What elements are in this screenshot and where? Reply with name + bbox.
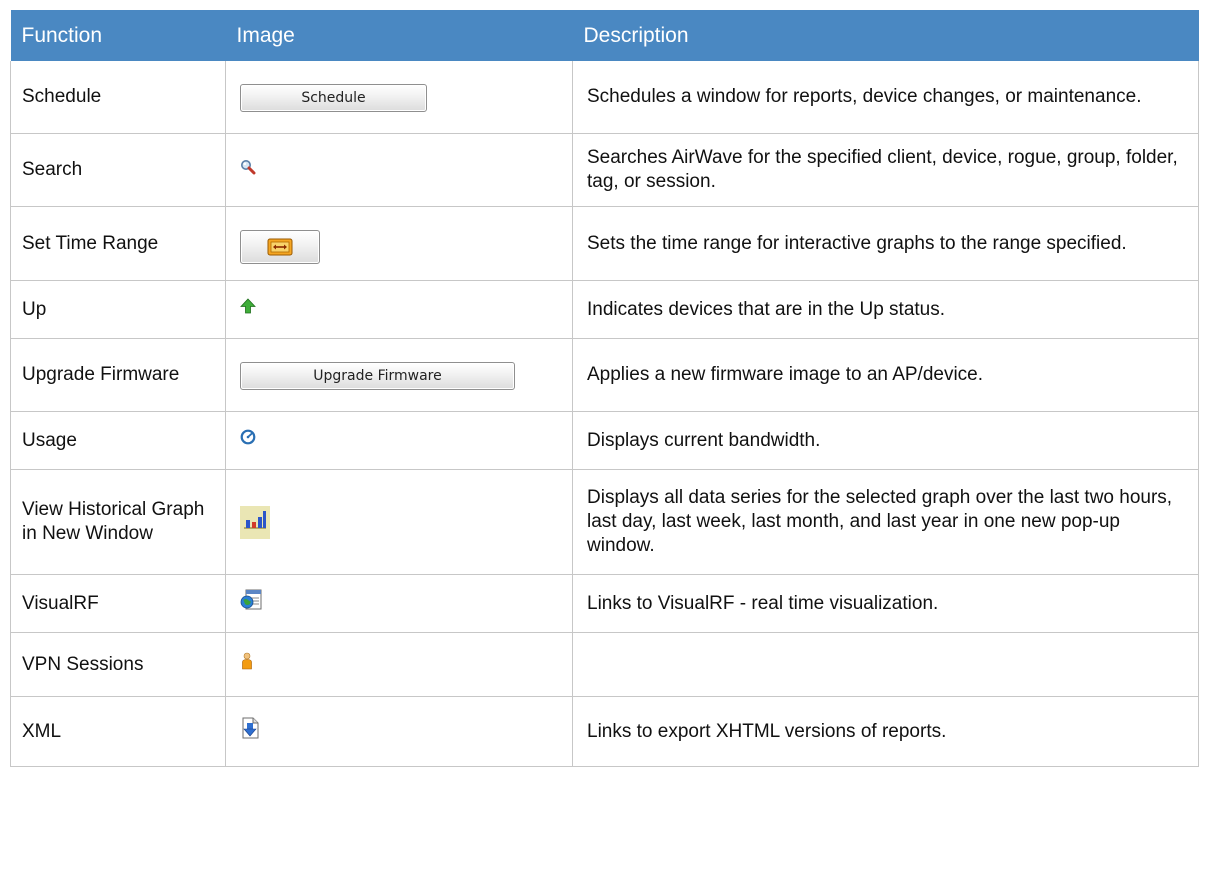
function-description: Schedules a window for reports, device c…	[572, 61, 1199, 134]
time-range-icon	[267, 238, 293, 255]
visualrf-icon[interactable]	[240, 589, 262, 618]
table-row: XML Links to export XHTML versions of re…	[10, 696, 1199, 767]
function-name: Upgrade Firmware	[10, 338, 226, 412]
image-cell	[225, 574, 573, 633]
set-time-range-button[interactable]	[240, 229, 320, 264]
header-function: Function	[10, 10, 226, 61]
image-cell: Schedule	[225, 61, 573, 134]
image-cell: Upgrade Firmware	[225, 338, 573, 412]
image-cell	[225, 133, 573, 207]
function-description: Searches AirWave for the specified clien…	[572, 133, 1199, 207]
image-cell	[225, 696, 573, 767]
function-name: XML	[10, 696, 226, 767]
function-name: Set Time Range	[10, 206, 226, 281]
table-row: View Historical Graph in New Window Disp…	[10, 469, 1199, 575]
header-image: Image	[225, 10, 573, 61]
image-cell	[225, 411, 573, 470]
function-description: Displays current bandwidth.	[572, 411, 1199, 470]
schedule-button[interactable]: Schedule	[240, 84, 427, 112]
function-description: Sets the time range for interactive grap…	[572, 206, 1199, 281]
table-row: Search Searches AirWave for the specifie…	[10, 133, 1199, 207]
image-cell	[225, 632, 573, 697]
table-row: VisualRF Links to VisualRF - real time v…	[10, 574, 1199, 633]
table-row: Up Indicates devices that are in the Up …	[10, 280, 1199, 339]
function-name: VPN Sessions	[10, 632, 226, 697]
upgrade-firmware-button[interactable]: Upgrade Firmware	[240, 362, 515, 390]
vpn-user-icon[interactable]	[240, 652, 254, 677]
bar-chart-icon[interactable]	[240, 505, 270, 539]
table-row: VPN Sessions	[10, 632, 1199, 697]
function-description	[572, 632, 1199, 697]
function-description: Displays all data series for the selecte…	[572, 469, 1199, 575]
function-name: View Historical Graph in New Window	[10, 469, 226, 575]
function-description: Indicates devices that are in the Up sta…	[572, 280, 1199, 339]
function-description: Applies a new firmware image to an AP/de…	[572, 338, 1199, 412]
image-cell	[225, 280, 573, 339]
table-row: Set Time Range Sets the time range for i…	[10, 206, 1199, 281]
up-arrow-icon	[240, 297, 256, 321]
table-row: Usage Displays current bandwidth.	[10, 411, 1199, 470]
xml-export-icon[interactable]	[240, 717, 260, 746]
function-description: Links to export XHTML versions of report…	[572, 696, 1199, 767]
table-row: Schedule Schedule Schedules a window for…	[10, 61, 1199, 134]
function-name: Up	[10, 280, 226, 339]
function-reference-table: Function Image Description Schedule Sche…	[10, 10, 1199, 767]
image-cell	[225, 206, 573, 281]
search-icon[interactable]	[240, 158, 256, 182]
table-row: Upgrade Firmware Upgrade Firmware Applie…	[10, 338, 1199, 412]
table-header-row: Function Image Description	[10, 10, 1199, 61]
function-name: Schedule	[10, 61, 226, 134]
function-name: Usage	[10, 411, 226, 470]
image-cell	[225, 469, 573, 575]
function-name: VisualRF	[10, 574, 226, 633]
usage-gauge-icon[interactable]	[240, 428, 256, 452]
function-name: Search	[10, 133, 226, 207]
function-description: Links to VisualRF - real time visualizat…	[572, 574, 1199, 633]
header-description: Description	[572, 10, 1199, 61]
